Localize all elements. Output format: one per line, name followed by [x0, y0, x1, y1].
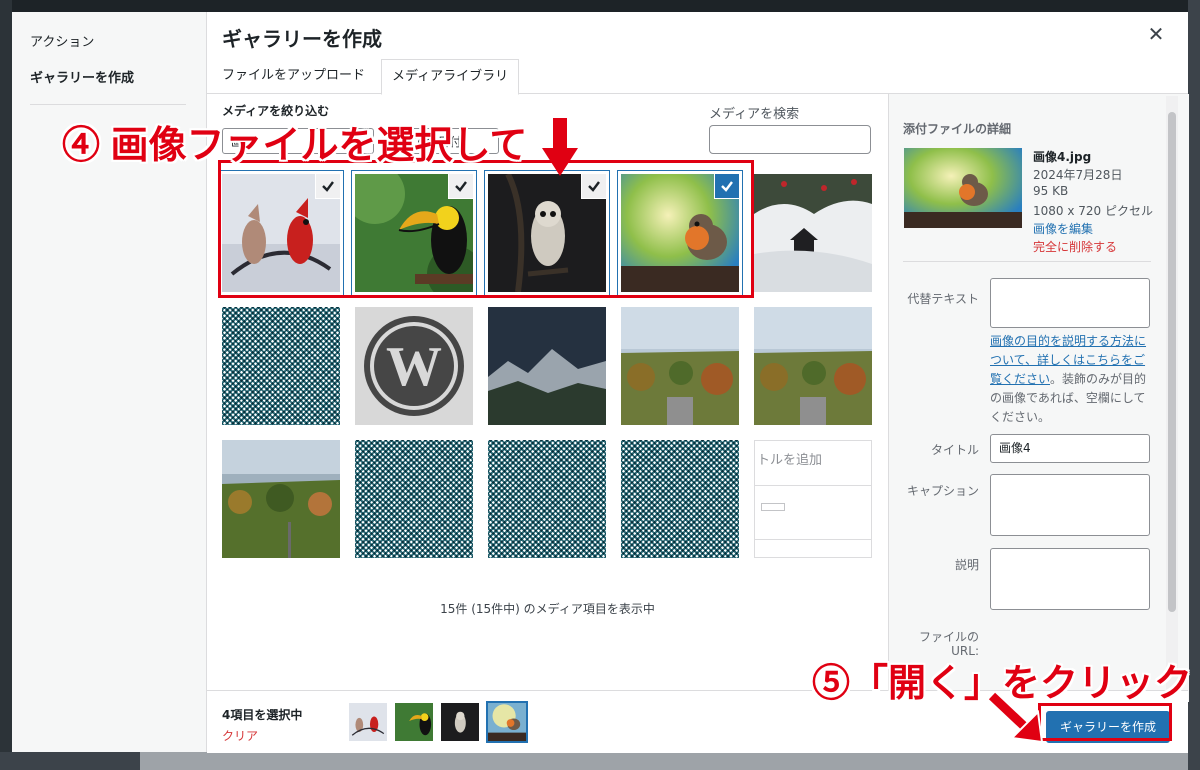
diagonal-arrow-icon: [987, 690, 1044, 744]
editor-screenshot-text: トルを追加: [757, 453, 823, 468]
wp-admin-menu-background: [0, 0, 12, 770]
media-item-autumn-landscape-2[interactable]: [754, 307, 872, 425]
title-input[interactable]: 画像4: [990, 434, 1150, 463]
checkmark-icon[interactable]: [715, 174, 739, 198]
description-label: 説明: [954, 558, 979, 572]
screenshot-divider: [755, 485, 871, 486]
media-item-wordpress-logo[interactable]: W: [355, 307, 473, 425]
checkmark-icon[interactable]: [316, 174, 340, 198]
cardinals-mini-image: [349, 703, 387, 741]
attachment-details-heading: 添付ファイルの詳細: [903, 122, 1012, 136]
scrollbar-thumb[interactable]: [1168, 112, 1176, 612]
details-scrollbar[interactable]: [1166, 96, 1178, 700]
checkmark-icon[interactable]: [449, 174, 473, 198]
media-item-owl[interactable]: [485, 171, 609, 295]
mountains-image: [488, 307, 606, 425]
media-count-text: 15件 (15件中) のメディア項目を表示中: [440, 602, 655, 616]
search-media-input[interactable]: [709, 125, 871, 154]
attachment-dimensions: 1080 x 720 ピクセル: [1033, 204, 1153, 218]
media-item-mountains[interactable]: [488, 307, 606, 425]
media-item-cardinals[interactable]: [219, 171, 343, 295]
attachment-preview: [904, 148, 1022, 228]
wp-admin-bar-background: [0, 0, 1200, 12]
sidebar-item-create-gallery[interactable]: ギャラリーを作成: [30, 67, 134, 86]
media-item-placeholder[interactable]: [488, 440, 606, 558]
sidebar-divider: [30, 104, 186, 105]
screenshot-widget: [761, 503, 785, 511]
close-icon[interactable]: ✕: [1144, 22, 1168, 46]
modal-title: ギャラリーを作成: [222, 27, 382, 51]
attachment-date: 2024年7月28日: [1033, 168, 1123, 182]
down-arrow-icon: [542, 118, 578, 176]
step4-annotation: ④ 画像ファイルを選択して: [62, 125, 528, 167]
create-gallery-button[interactable]: ギャラリーを作成: [1046, 711, 1170, 743]
owl-mini-image: [441, 703, 479, 741]
checkmark-icon[interactable]: [582, 174, 606, 198]
caption-textarea[interactable]: [990, 474, 1150, 536]
alt-text-label: 代替テキスト: [907, 292, 979, 306]
media-item-placeholder[interactable]: [222, 307, 340, 425]
media-item-placeholder[interactable]: [355, 440, 473, 558]
autumn-landscape-image: [621, 307, 739, 425]
autumn-landscape-2-image: [754, 307, 872, 425]
alt-text-help: 画像の目的を説明する方法について、詳しくはこちらをご覧ください。装飾のみが目的の…: [990, 332, 1152, 427]
toucan-mini-image: [395, 703, 433, 741]
media-item-snowy-lantern[interactable]: [754, 174, 872, 292]
clear-selection-link[interactable]: クリア: [222, 727, 258, 744]
file-url-label: ファイルの: [918, 630, 979, 644]
selected-count: 4項目を選択中: [222, 708, 303, 722]
media-item-editor-screenshot[interactable]: トルを追加: [754, 440, 872, 558]
snowy-lantern-image: [754, 174, 872, 292]
media-item-autumn-landscape[interactable]: [621, 307, 739, 425]
delete-permanently-link[interactable]: 完全に削除する: [1033, 238, 1117, 255]
title-label: タイトル: [930, 443, 979, 457]
svg-text:W: W: [386, 336, 442, 398]
alt-text-textarea[interactable]: [990, 278, 1150, 328]
media-item-toucan[interactable]: [352, 171, 476, 295]
selection-thumb-owl[interactable]: [441, 703, 479, 741]
edit-image-link[interactable]: 画像を編集: [1033, 220, 1093, 237]
selection-thumb-toucan[interactable]: [395, 703, 433, 741]
media-item-placeholder[interactable]: [621, 440, 739, 558]
caption-label: キャプション: [906, 484, 979, 498]
sidebar-item-actions: アクション: [30, 35, 95, 50]
media-item-robin[interactable]: [618, 171, 742, 295]
media-item-autumn-river[interactable]: [222, 440, 340, 558]
editor-background-strip: [140, 752, 1188, 770]
attachment-filename: 画像4.jpg: [1033, 150, 1092, 164]
robin-mini-image: [488, 703, 526, 741]
description-textarea[interactable]: [990, 548, 1150, 610]
wordpress-logo-icon: W: [355, 307, 473, 425]
tab-upload-files[interactable]: ファイルをアップロード: [212, 59, 375, 93]
attachment-details-panel: 添付ファイルの詳細 画像4.jpg 2024年7月28日 95 KB 1080 …: [888, 94, 1189, 702]
selection-thumb-robin[interactable]: [488, 703, 526, 741]
selection-thumb-cardinals[interactable]: [349, 703, 387, 741]
search-media-label: メディアを検索: [709, 107, 800, 122]
details-divider: [903, 261, 1151, 262]
screenshot-divider: [755, 539, 871, 540]
attachment-filesize: 95 KB: [1033, 184, 1069, 198]
robin-preview-image: [904, 148, 1022, 228]
autumn-river-image: [222, 440, 340, 558]
tab-media-library[interactable]: メディアライブラリ: [381, 59, 520, 95]
